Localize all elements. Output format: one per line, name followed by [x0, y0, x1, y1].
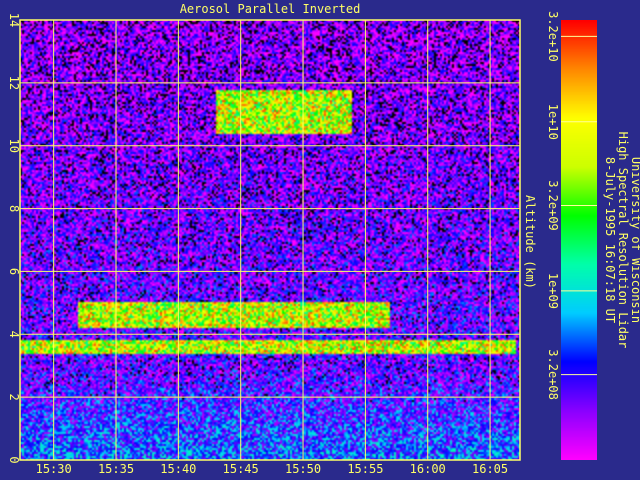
- x-tick-label: 15:50: [285, 462, 321, 476]
- x-tick-label: 15:30: [36, 462, 72, 476]
- x-tick-label: 15:35: [98, 462, 134, 476]
- x-tick-label: 16:05: [472, 462, 508, 476]
- y-tick-label: 4: [7, 331, 21, 338]
- x-tick-label: 16:00: [410, 462, 446, 476]
- y-axis: 0 2 4 6 8 10 12 14: [7, 13, 21, 464]
- info-timestamp: 8-July-1995 16:07:18 UT: [603, 157, 617, 323]
- y-tick-label: 8: [7, 205, 21, 212]
- colorbar-tick-label: 3.2e+08: [546, 349, 560, 400]
- y-tick-label: 12: [7, 76, 21, 90]
- y-tick-label: 14: [7, 13, 21, 27]
- y-tick-label: 0: [7, 456, 21, 463]
- colorbar-tick-label: 3.2e+10: [546, 11, 560, 62]
- colorbar-tick-label: 1e+10: [546, 104, 560, 140]
- y-tick-label: 6: [7, 268, 21, 275]
- chart-title: Aerosol Parallel Inverted: [180, 2, 361, 16]
- info-instrument: High Spectral Resolution Lidar: [616, 132, 630, 349]
- x-axis: 15:30 15:35 15:40 15:45 15:50 15:55 16:00 16:05: [36, 462, 509, 476]
- colorbar: [561, 20, 597, 460]
- colorbar-tick-label: 3.2e+09: [546, 180, 560, 231]
- x-tick-label: 15:45: [223, 462, 259, 476]
- lidar-figure: Aerosol Parallel Inverted 0 2 4 6 8 10 12 14 15…: [7, 2, 640, 476]
- y-tick-label: 2: [7, 394, 21, 401]
- plot-area: [19, 19, 521, 461]
- info-block: University of Wisconsin High Spectral Re…: [603, 132, 640, 349]
- backscatter-heatmap: [20, 20, 520, 460]
- y-axis-label: Altitude (km): [523, 195, 537, 289]
- y-tick-label: 10: [7, 138, 21, 152]
- x-tick-label: 15:55: [347, 462, 383, 476]
- x-tick-label: 15:40: [160, 462, 196, 476]
- colorbar-tick-label: 1e+09: [546, 273, 560, 309]
